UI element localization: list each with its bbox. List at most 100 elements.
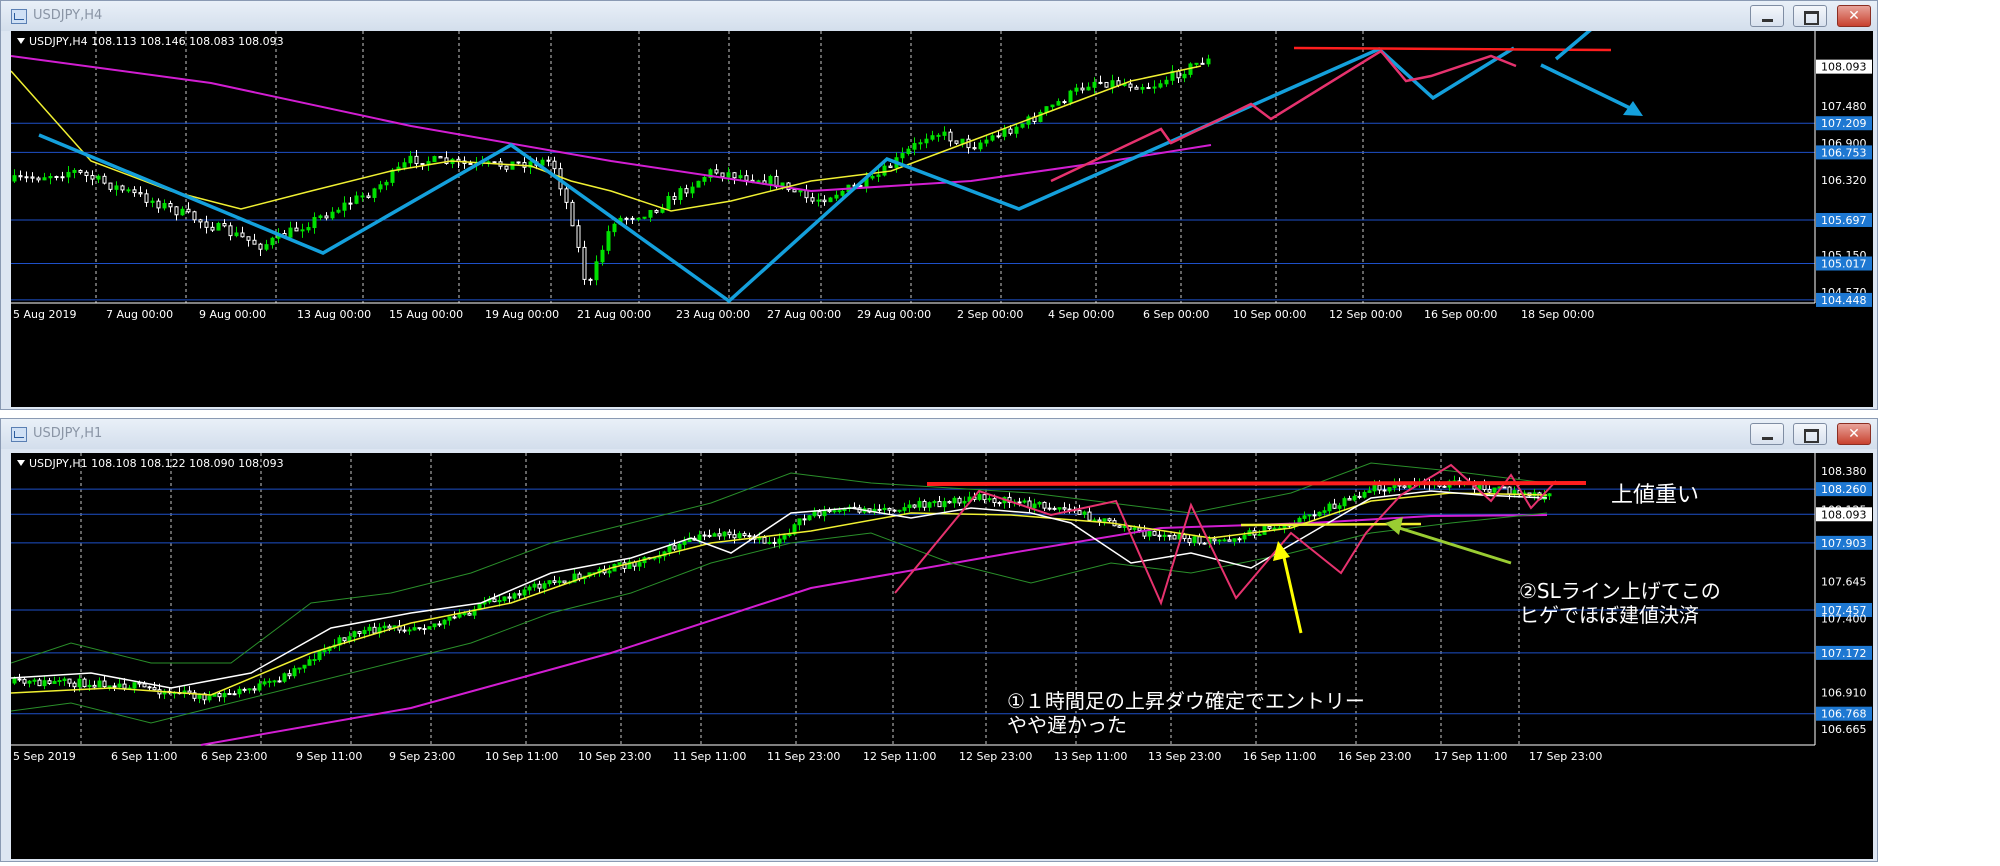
price-axis-label: 106.768 — [1821, 708, 1867, 721]
candle-body — [1062, 507, 1067, 510]
candle-body — [767, 541, 772, 544]
candle-body — [78, 169, 83, 173]
candle-body — [714, 169, 719, 174]
candle-body — [837, 510, 842, 513]
candle-body — [1022, 500, 1027, 503]
candle-body — [152, 687, 157, 691]
candle-body — [192, 211, 197, 221]
candle-body — [722, 531, 727, 537]
candle-body — [492, 161, 497, 164]
minimize-button[interactable] — [1750, 423, 1784, 445]
candle-body — [516, 161, 521, 164]
candle-body — [257, 683, 262, 691]
candle-body — [407, 629, 412, 632]
candle-body — [42, 680, 47, 687]
candle-body — [887, 507, 892, 511]
candle-body — [198, 219, 203, 223]
candle-body — [1107, 518, 1112, 522]
candle-body — [947, 501, 952, 504]
chart-window-h4[interactable]: USDJPY,H4 ✕ 108.093 107.480 107.209 106.900… — [0, 0, 1878, 410]
dropdown-triangle-icon[interactable] — [17, 38, 25, 44]
candle-body — [954, 140, 959, 144]
candle-body — [54, 176, 59, 179]
arrow-head-icon — [1385, 517, 1403, 535]
time-axis-label: 23 Aug 00:00 — [676, 308, 750, 321]
candle-body — [707, 534, 712, 537]
close-icon: ✕ — [1848, 8, 1860, 24]
price-axis-label: 106.665 — [1821, 723, 1867, 736]
maximize-button[interactable] — [1793, 5, 1827, 27]
candle-body — [437, 623, 442, 626]
chart-canvas[interactable]: 108.093107.480107.209106.900106.753106.3… — [11, 31, 1873, 407]
candle-body — [216, 223, 221, 231]
candle-body — [1367, 490, 1372, 493]
candle-body — [677, 543, 682, 550]
candle-body — [1342, 498, 1347, 507]
candle-body — [30, 176, 35, 179]
candle-body — [542, 583, 547, 589]
candle-body — [720, 172, 725, 178]
time-axis-label: 10 Sep 11:00 — [485, 750, 558, 763]
titlebar[interactable]: USDJPY,H1 ✕ — [1, 419, 1877, 449]
candle-body — [807, 515, 812, 521]
candle-body — [12, 175, 17, 182]
candle-body — [900, 152, 905, 159]
candle-body — [1332, 503, 1337, 509]
candle-body — [1074, 87, 1079, 92]
candle-body — [247, 688, 252, 691]
candle-body — [1312, 514, 1317, 517]
time-axis-label: 6 Sep 11:00 — [111, 750, 177, 763]
candle-body — [96, 175, 101, 180]
candle-body — [252, 688, 257, 691]
candle-body — [144, 193, 149, 203]
maximize-button[interactable] — [1793, 423, 1827, 445]
candle-body — [642, 216, 647, 219]
candle-body — [1267, 525, 1272, 529]
candle-body — [452, 616, 457, 619]
candle-body — [902, 507, 907, 511]
candle-body — [1317, 511, 1322, 517]
candle-body — [402, 162, 407, 168]
price-axis-label: 106.320 — [1821, 174, 1867, 187]
candle-body — [502, 596, 507, 601]
candle-body — [917, 500, 922, 508]
candle-body — [702, 534, 707, 537]
annotation-resistance: 上値重い — [1611, 483, 1700, 508]
candle-body — [107, 685, 112, 688]
price-axis-label: 107.480 — [1821, 100, 1867, 113]
candle-body — [892, 509, 897, 512]
candle-body — [342, 202, 347, 211]
price-chart-h4[interactable]: 108.093 107.480 107.209 106.900 106.753 106.3… — [11, 31, 1873, 407]
candle-body — [352, 631, 357, 638]
candle-body — [828, 197, 833, 203]
candle-body — [204, 221, 209, 228]
close-button[interactable]: ✕ — [1837, 5, 1871, 27]
candle-body — [267, 680, 272, 683]
candle-body — [138, 192, 143, 195]
candle-body — [222, 223, 227, 227]
candle-body — [557, 580, 562, 583]
time-axis-label: 12 Sep 23:00 — [959, 750, 1032, 763]
candle-body — [372, 626, 377, 634]
chart-canvas[interactable]: 108.380108.260108.125108.093107.903107.6… — [11, 453, 1873, 859]
candle-body — [187, 690, 192, 694]
candle-body — [37, 679, 42, 687]
candle-body — [927, 502, 932, 508]
candle-body — [336, 209, 341, 213]
candle-body — [672, 545, 677, 550]
candle-body — [232, 693, 237, 696]
bullish-scenario-arrow — [1554, 31, 1592, 61]
candle-body — [996, 135, 1001, 138]
dropdown-triangle-icon[interactable] — [17, 460, 25, 466]
candle-body — [227, 693, 232, 696]
ohlc-info: USDJPY,H1 108.108 108.122 108.090 108.09… — [17, 457, 284, 470]
candle-body — [52, 680, 57, 684]
close-button[interactable]: ✕ — [1837, 423, 1871, 445]
price-chart-h1[interactable]: 108.380108.260108.125108.093107.903107.6… — [11, 453, 1873, 859]
time-axis-label: 16 Sep 11:00 — [1243, 750, 1316, 763]
minimize-button[interactable] — [1750, 5, 1784, 27]
candle-body — [497, 599, 502, 603]
candle-body — [1202, 542, 1207, 545]
chart-window-h1[interactable]: USDJPY,H1 ✕ 108.380108.260108.125108.093… — [0, 418, 1878, 862]
titlebar[interactable]: USDJPY,H4 ✕ — [1, 1, 1877, 31]
